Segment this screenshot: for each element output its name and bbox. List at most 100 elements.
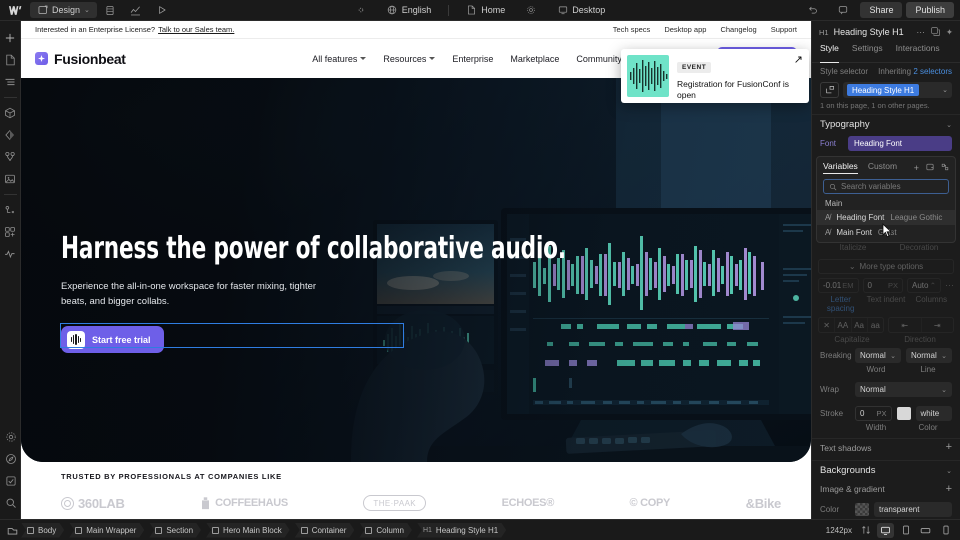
breadcrumb-item-main-wrapper[interactable]: Main Wrapper: [69, 523, 144, 538]
brand-logo[interactable]: Fusionbeat: [35, 51, 126, 67]
breaking-line-select[interactable]: Normal ⌄: [906, 348, 952, 363]
tab-style[interactable]: Style: [820, 43, 839, 63]
nav-item-enterprise[interactable]: Enterprise: [452, 54, 493, 64]
direction-rtl-icon[interactable]: ⇥: [922, 318, 954, 332]
direction-ltr-icon[interactable]: ⇤: [889, 318, 922, 332]
direction-segmented-control[interactable]: ⇤ ⇥: [888, 317, 954, 333]
background-color-field[interactable]: transparent: [874, 502, 952, 517]
components-icon[interactable]: [1, 102, 20, 124]
text-shadows-row[interactable]: Text shadows +: [812, 438, 960, 456]
arrow-up-right-icon[interactable]: ↗: [794, 55, 803, 66]
ai-sparkle-icon[interactable]: ✦: [946, 27, 953, 38]
capitalize-segmented-control[interactable]: ✕ AA Aa aa: [818, 317, 884, 333]
variable-item-heading-font[interactable]: A̸ Heading Font League Gothic: [817, 210, 955, 225]
capitalize-lowercase-option[interactable]: aa: [868, 318, 883, 332]
open-variables-panel-icon[interactable]: [926, 163, 934, 173]
preview-play-icon[interactable]: [149, 2, 175, 18]
more-type-options-button[interactable]: ⌄ More type options: [818, 259, 954, 274]
page-settings-gear-icon[interactable]: [518, 2, 544, 18]
nav-item-resources[interactable]: Resources: [383, 54, 436, 64]
typography-section-header[interactable]: Typography ⌄: [812, 114, 960, 134]
breakpoint-selector[interactable]: Desktop: [550, 2, 612, 18]
breadcrumb-item-hero-main-block[interactable]: Hero Main Block: [206, 523, 290, 538]
inheriting-selectors-link[interactable]: 2 selectors: [913, 67, 952, 76]
breakpoint-mobile-landscape-button[interactable]: [917, 523, 934, 538]
font-value-field[interactable]: Heading Font: [848, 135, 952, 151]
add-elements-icon[interactable]: [1, 27, 20, 49]
style-variables-icon[interactable]: [1, 124, 20, 146]
capitalize-titlecase-option[interactable]: Aa: [852, 318, 868, 332]
tab-settings[interactable]: Settings: [852, 43, 883, 62]
utility-link-support[interactable]: Support: [771, 25, 797, 34]
text-indent-input[interactable]: 0 PX: [862, 278, 903, 293]
selector-combobox[interactable]: Heading Style H1 ⌄: [843, 82, 952, 98]
more-spacing-options-icon[interactable]: ⋯: [945, 280, 954, 291]
breadcrumb-root-icon[interactable]: [4, 523, 21, 538]
tab-variables[interactable]: Variables: [823, 161, 858, 174]
duplicate-icon[interactable]: [931, 26, 940, 38]
event-card[interactable]: EVENT Registration for FusionConf is ope…: [621, 49, 809, 103]
audit-pulse-icon[interactable]: [1, 243, 20, 265]
interactions-icon[interactable]: [1, 146, 20, 168]
more-options-icon[interactable]: ⋯: [916, 27, 925, 38]
variable-item-main-font[interactable]: A̸ Main Font Geist: [817, 225, 955, 240]
nav-item-marketplace[interactable]: Marketplace: [510, 54, 559, 64]
nav-item-all-features[interactable]: All features: [312, 54, 367, 64]
wrap-select[interactable]: Normal ⌄: [855, 382, 952, 397]
background-color-swatch[interactable]: [855, 503, 869, 516]
capitalize-uppercase-option[interactable]: AA: [835, 318, 852, 332]
resize-handle-icon[interactable]: [857, 523, 874, 538]
breaking-word-select[interactable]: Normal ⌄: [855, 348, 901, 363]
columns-input[interactable]: Auto ⌃: [907, 278, 941, 293]
add-text-shadow-icon[interactable]: +: [946, 442, 952, 453]
selector-chip[interactable]: Heading Style H1: [847, 84, 920, 96]
website-preview[interactable]: Interested in an Enterprise License? Tal…: [21, 21, 811, 519]
selector-options-icon[interactable]: [820, 82, 839, 98]
breadcrumb-item-heading-style-h1[interactable]: H1 Heading Style H1: [417, 523, 506, 538]
breakpoint-mobile-portrait-button[interactable]: [937, 523, 954, 538]
cms-panel-icon[interactable]: [97, 2, 123, 18]
analyze-icon[interactable]: [123, 2, 149, 18]
ai-assist-icon[interactable]: [1, 448, 20, 470]
tab-interactions[interactable]: Interactions: [896, 43, 940, 62]
breadcrumb-item-section[interactable]: Section: [149, 523, 201, 538]
breadcrumb-item-container[interactable]: Container: [295, 523, 355, 538]
banner-link[interactable]: Talk to our Sales team.: [158, 25, 234, 34]
design-mode-button[interactable]: Design ⌄: [30, 2, 97, 18]
breadcrumb-item-column[interactable]: Column: [359, 523, 412, 538]
letter-spacing-input[interactable]: -0.01 EM: [818, 278, 859, 293]
manage-variables-icon[interactable]: [941, 163, 949, 173]
search-variables-input[interactable]: Search variables: [823, 179, 949, 194]
hero-heading-h1[interactable]: Harness the power of collaborative audio…: [61, 233, 566, 265]
utility-link-changelog[interactable]: Changelog: [720, 25, 756, 34]
webflow-logo-icon[interactable]: [0, 5, 30, 15]
comments-icon[interactable]: [830, 2, 856, 18]
stroke-color-field[interactable]: white: [915, 406, 952, 421]
image-gradient-row[interactable]: Image & gradient +: [812, 480, 960, 498]
add-variable-icon[interactable]: +: [914, 163, 919, 173]
utility-link-desktop-app[interactable]: Desktop app: [664, 25, 706, 34]
add-image-gradient-icon[interactable]: +: [946, 483, 952, 495]
breadcrumb-item-body[interactable]: Body: [21, 523, 64, 538]
page-selector[interactable]: Home: [459, 2, 512, 18]
cms-collections-icon[interactable]: [1, 199, 20, 221]
hero-section[interactable]: Harness the power of collaborative audio…: [21, 78, 811, 462]
target-icon[interactable]: [348, 2, 374, 18]
pages-icon[interactable]: [1, 49, 20, 71]
settings-gear-icon[interactable]: [1, 426, 20, 448]
design-canvas[interactable]: Interested in an Enterprise License? Tal…: [21, 21, 811, 519]
hero-subtext[interactable]: Experience the all-in-one workspace for …: [61, 279, 341, 310]
navigator-icon[interactable]: [1, 71, 20, 93]
hero-cta-button[interactable]: Start free trial: [61, 326, 164, 354]
backgrounds-section-header[interactable]: Backgrounds ⌄: [812, 460, 960, 480]
publish-button[interactable]: Publish: [906, 2, 954, 18]
search-icon[interactable]: [1, 492, 20, 514]
history-undo-icon[interactable]: [800, 2, 826, 18]
apps-add-icon[interactable]: [1, 221, 20, 243]
stroke-width-input[interactable]: 0 PX: [855, 406, 892, 421]
capitalize-none-option[interactable]: ✕: [819, 318, 836, 332]
nav-item-community[interactable]: Community: [576, 54, 622, 64]
stroke-color-swatch[interactable]: [896, 407, 911, 420]
utility-link-tech-specs[interactable]: Tech specs: [613, 25, 651, 34]
language-selector[interactable]: English: [380, 2, 439, 18]
